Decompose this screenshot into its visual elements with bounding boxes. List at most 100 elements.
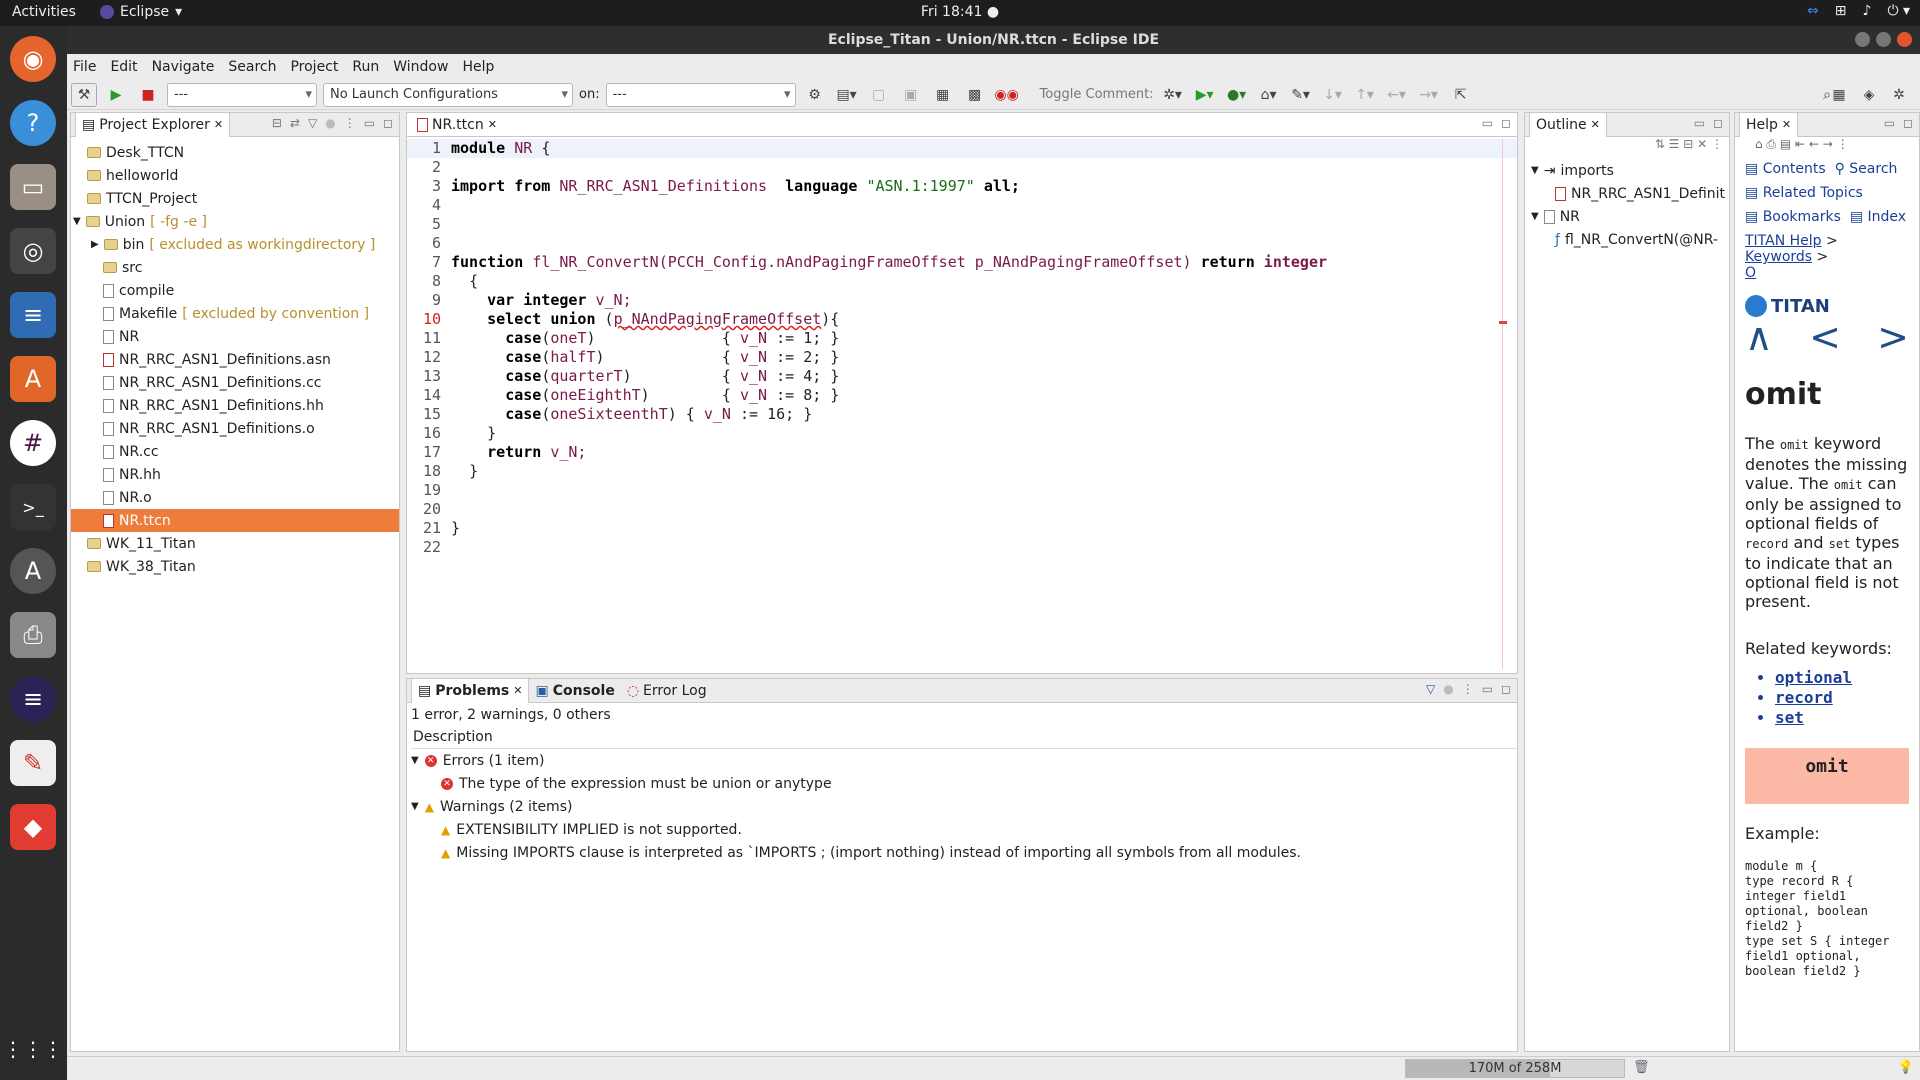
link-editor-icon[interactable]: ⇄ [290,116,300,130]
minimize-icon[interactable]: ▭ [1482,682,1493,696]
power-icon[interactable]: ⏻ ▾ [1887,3,1910,19]
tab-outline[interactable]: Outline ✕ [1529,112,1607,137]
tree-item[interactable]: ▶ bin[ excluded as workingdirectory ] [71,233,399,256]
menu-navigate[interactable]: Navigate [152,59,215,75]
editor-icon[interactable]: ✎ [10,740,56,786]
speaker-icon[interactable]: ◎ [10,228,56,274]
heap-status[interactable]: 170M of 258M [1405,1059,1625,1078]
expanded-icon[interactable]: ▼ [411,801,419,812]
external-tools-icon[interactable]: ●▾ [1224,83,1250,107]
eclipse-dock-icon[interactable]: ≡ [10,676,56,722]
terminal-icon[interactable]: >_ [10,484,56,530]
tab-project-explorer[interactable]: ▤ Project Explorer ✕ [75,112,231,137]
firefox-icon[interactable]: ◉ [10,36,56,82]
expanded-icon[interactable]: ▼ [1531,211,1539,222]
expanded-icon[interactable]: ▼ [73,216,81,227]
close-icon[interactable]: ✕ [1782,118,1791,131]
search-link[interactable]: ⚲ Search [1835,161,1898,177]
settings-icon[interactable]: ⚙ [802,83,828,107]
prev-annotation-icon[interactable]: ↑▾ [1352,83,1378,107]
tree-item[interactable]: TTCN_Project [71,187,399,210]
titan-tools-icon[interactable]: ▦ [930,83,956,107]
close-icon[interactable]: ✕ [214,118,223,131]
menu-file[interactable]: File [73,59,96,75]
close-button[interactable] [1897,32,1912,47]
launch-target-select[interactable]: --- ▾ [605,82,796,107]
trash-icon[interactable]: 🗑 [1633,1060,1650,1075]
tree-item[interactable]: NR_RRC_ASN1_Definitions.o [71,417,399,440]
index-link[interactable]: ▤ Index [1850,209,1906,225]
tree-item[interactable]: ▼ NR [1525,205,1729,228]
minimize-icon[interactable]: ▭ [1694,116,1705,130]
tree-item-selected[interactable]: NR.ttcn [71,509,399,532]
tree-item[interactable]: WK_38_Titan [71,555,399,578]
perspective-icon[interactable]: ▦ [1826,83,1852,107]
printer-icon[interactable]: ⎙ [10,612,56,658]
code-editor[interactable]: 1 module NR { 2 3 import from NR_RRC_ASN1_… [407,139,1517,673]
teamviewer-icon[interactable]: ⇔ [1807,3,1819,19]
close-icon[interactable]: ✕ [488,118,497,131]
launch-mode-select[interactable]: --- ▾ [167,82,317,107]
debug-perspective-icon[interactable]: ✲ [1886,83,1912,107]
keyword-link[interactable]: set [1775,708,1909,728]
tree-item[interactable]: WK_11_Titan [71,532,399,555]
tree-item[interactable]: helloworld [71,164,399,187]
view-menu-icon[interactable]: ⋮ [1462,682,1474,696]
minimize-icon[interactable]: ▭ [1884,116,1895,130]
keyword-link[interactable]: record [1775,688,1909,708]
search-tool-icon[interactable]: ✎▾ [1288,83,1314,107]
close-icon[interactable]: ✕ [513,684,522,697]
maximize-button[interactable] [1876,32,1891,47]
focus-icon[interactable]: ● [1443,682,1453,696]
maximize-icon[interactable]: ◻ [383,116,393,130]
menu-edit[interactable]: Edit [110,59,137,75]
tree-item[interactable]: NR_RRC_ASN1_Definitions.asn [71,348,399,371]
perspective-switcher[interactable]: ▦ ◈ ✲ [1826,83,1912,107]
tree-item[interactable]: NR.cc [71,440,399,463]
tree-item[interactable]: ƒ fl_NR_ConvertN(@NR- [1525,228,1729,251]
tree-item[interactable]: Desk_TTCN [71,141,399,164]
list-item[interactable]: ▲ EXTENSIBILITY IMPLIED is not supported. [411,818,1517,841]
maximize-icon[interactable]: ◻ [1903,116,1913,130]
breadcrumb-link[interactable]: Keywords [1745,249,1812,265]
tree-item[interactable]: NR_RRC_ASN1_Definitions.hh [71,394,399,417]
notification-icon[interactable]: 💡 [1898,1060,1914,1075]
titan-icon[interactable]: ▩ [962,83,988,107]
tab-help[interactable]: Help ✕ [1739,113,1799,137]
help-tools-icon[interactable]: ⌂ ⎙ ▤ ⇤ ← → ⋮ [1755,137,1849,151]
up-arrow-icon[interactable]: ∧ [1745,315,1773,359]
run-icon[interactable]: ▶▾ [1192,83,1218,107]
minimize-icon[interactable]: ▭ [1482,116,1493,130]
files-icon[interactable]: ▭ [10,164,56,210]
tree-item[interactable]: NR_RRC_ASN1_Definitions.cc [71,371,399,394]
app-grid-icon[interactable]: ⋮⋮⋮ [3,1026,63,1072]
tab-console[interactable]: ▣ Console [529,679,620,703]
software-icon[interactable]: A [10,356,56,402]
error-marker[interactable]: p_NAndPagingFrameOffset [614,310,822,328]
tree-item[interactable]: NR.hh [71,463,399,486]
filter-icon[interactable]: ▽ [1426,682,1435,696]
toggle-comment-label[interactable]: Toggle Comment: [1040,87,1154,102]
open-type-icon[interactable]: ⌂▾ [1256,83,1282,107]
collapse-all-icon[interactable]: ⊟ [272,116,282,130]
save-all-icon[interactable]: ▣ [898,83,924,107]
filter-icon[interactable]: ▽ [308,116,317,130]
sort-icon[interactable]: ⇅ ☰ ⊟ ✕ ⋮ [1655,137,1723,151]
description-column-header[interactable]: Description [411,726,1517,749]
tab-error-log[interactable]: ◌ Error Log [621,679,713,703]
writer-icon[interactable]: ≡ [10,292,56,338]
tree-item[interactable]: src [71,256,399,279]
related-topics-link[interactable]: ▤ Related Topics [1745,181,1919,205]
breadcrumb-link[interactable]: O [1745,265,1756,281]
tree-item[interactable]: NR [71,325,399,348]
help-icon[interactable]: ? [10,100,56,146]
tree-item[interactable]: NR.o [71,486,399,509]
tree-item[interactable]: ▼ Union[ -fg -e ] [71,210,399,233]
list-item[interactable]: ✕ The type of the expression must be unio… [411,772,1517,795]
titan-debug-icon[interactable]: ◉◉ [994,83,1020,107]
view-menu-icon[interactable]: ⋮ [344,116,356,130]
debug-icon[interactable]: ✲▾ [1160,83,1186,107]
pin-icon[interactable]: ⇱ [1448,83,1474,107]
prev-arrow-icon[interactable]: < [1809,315,1841,359]
titan-perspective-icon[interactable]: ◈ [1856,83,1882,107]
